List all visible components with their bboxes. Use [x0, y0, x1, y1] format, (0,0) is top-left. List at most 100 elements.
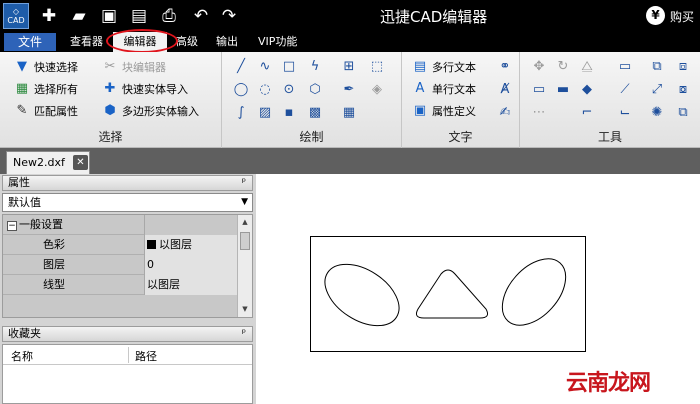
color-fill-icon[interactable]: ◆: [578, 81, 596, 99]
pin-icon[interactable]: ᵖ: [242, 327, 246, 341]
trim-icon[interactable]: ⟋: [616, 81, 634, 99]
chamfer-icon[interactable]: ⌙: [616, 104, 634, 122]
redo-icon[interactable]: ↷: [218, 5, 240, 27]
scrollbar-thumb[interactable]: [240, 232, 250, 250]
quick-entity-import-button[interactable]: ✚ 快速实体导入: [102, 79, 188, 99]
copy-icon[interactable]: ⧉: [648, 58, 666, 76]
close-icon[interactable]: ✕: [73, 155, 88, 170]
multiline-text-label: 多行文本: [432, 61, 476, 74]
pen-icon[interactable]: ✒: [340, 81, 358, 99]
scroll-up-icon[interactable]: ▲: [238, 215, 252, 230]
property-row-color[interactable]: 色彩 以图层: [3, 235, 237, 255]
mirror-icon[interactable]: ⧋: [578, 58, 596, 76]
frame-icon[interactable]: ▭: [530, 81, 548, 99]
block-editor-button[interactable]: ✂ 块编辑器: [102, 57, 166, 77]
polygon-entity-input-button[interactable]: ⬢ 多边形实体输入: [102, 101, 199, 121]
undo-icon[interactable]: ↶: [190, 5, 212, 27]
offset-icon[interactable]: ⧈: [674, 58, 692, 76]
ellipse-icon[interactable]: ⊙: [280, 81, 298, 99]
match-properties-button[interactable]: ✎ 匹配属性: [14, 101, 78, 121]
brush-icon: ✎: [16, 103, 28, 118]
shape-dropdown-icon[interactable]: ◈: [368, 81, 386, 99]
explode-icon[interactable]: ✺: [648, 104, 666, 122]
rounded-triangle[interactable]: [416, 269, 488, 319]
open-folder-icon[interactable]: ▰: [68, 5, 90, 27]
save-as-icon[interactable]: ▤: [128, 5, 150, 27]
right-ellipse[interactable]: [490, 247, 578, 337]
collapse-icon[interactable]: −: [7, 221, 17, 231]
left-pane: 属性 ᵖ 默认值 ▼ −一般设置 色彩 以图层 图层 0 线型 以图层 ▲ ▼: [0, 174, 256, 404]
image-icon[interactable]: ▩: [306, 104, 324, 122]
new-icon[interactable]: ✚: [38, 5, 60, 27]
dots-icon[interactable]: ⋯: [530, 104, 548, 122]
menu-advanced[interactable]: 高级: [176, 33, 198, 51]
line-icon[interactable]: ╱: [232, 58, 250, 76]
pin-icon[interactable]: ᵖ: [242, 176, 246, 190]
circle-icon[interactable]: ◯: [232, 81, 250, 99]
menu-file[interactable]: 文件: [4, 33, 56, 51]
property-name: 色彩: [43, 238, 65, 251]
layer-dropdown-icon[interactable]: ▭: [616, 58, 634, 76]
text-edit-icon[interactable]: Ⱥ: [496, 81, 514, 99]
attribute-definition-button[interactable]: ▣ 属性定义: [412, 101, 476, 121]
arc-icon[interactable]: ◌: [256, 81, 274, 99]
window-icon[interactable]: ▬: [554, 81, 572, 99]
rectangle-icon[interactable]: □: [280, 58, 298, 76]
select-all-button[interactable]: ▦ 选择所有: [14, 79, 78, 99]
property-value[interactable]: 以图层: [144, 275, 237, 295]
block-insert-icon[interactable]: ⊞: [340, 58, 358, 76]
single-line-text-button[interactable]: A 单行文本: [412, 79, 476, 99]
select-group-label: 选择: [98, 130, 123, 144]
block-editor-icon: ✂: [104, 59, 116, 74]
left-ellipse[interactable]: [314, 252, 410, 339]
ribbon: ▼ 快速选择 ▦ 选择所有 ✎ 匹配属性 ✂ 块编辑器 ✚ 快速实体导入 ⬢ 多…: [0, 52, 700, 148]
tools-group-label: 工具: [597, 130, 622, 144]
spline-icon[interactable]: ϟ: [306, 58, 324, 76]
polyline-icon[interactable]: ∿: [256, 58, 274, 76]
column-path[interactable]: 路径: [135, 348, 157, 364]
property-value[interactable]: 以图层: [144, 235, 237, 255]
scroll-down-icon[interactable]: ▼: [238, 302, 252, 317]
draw-group-label: 绘制: [299, 130, 324, 144]
quick-entity-import-label: 快速实体导入: [122, 83, 188, 96]
menu-viewer[interactable]: 查看器: [70, 33, 103, 51]
property-row-layer[interactable]: 图层 0: [3, 255, 237, 275]
single-line-text-icon: A: [415, 81, 425, 96]
property-value-text: 以图层: [159, 238, 192, 251]
menu-editor[interactable]: 编辑器: [113, 32, 167, 52]
join-icon[interactable]: ⧉: [674, 104, 692, 122]
property-selector-dropdown[interactable]: 默认值 ▼: [2, 193, 253, 212]
extend-icon[interactable]: ⤢: [648, 81, 666, 99]
break-icon[interactable]: ⧇: [674, 81, 692, 99]
multiline-text-button[interactable]: ▤ 多行文本: [412, 57, 476, 77]
drawing-frame: [310, 236, 586, 352]
fillet-icon[interactable]: ⌐: [578, 104, 596, 122]
document-tab[interactable]: New2.dxf ✕: [6, 151, 90, 174]
save-icon[interactable]: ▣: [98, 5, 120, 27]
move-icon[interactable]: ✥: [530, 58, 548, 76]
property-row-linetype[interactable]: 线型 以图层: [3, 275, 237, 295]
text-pen-icon[interactable]: ✍: [496, 104, 514, 122]
menu-vip[interactable]: VIP功能: [258, 33, 297, 51]
app-logo[interactable]: ◇ CAD: [3, 3, 29, 29]
print-icon[interactable]: ⎙: [158, 5, 180, 27]
polygon-shape-icon[interactable]: ⬡: [306, 81, 324, 99]
quick-select-button[interactable]: ▼ 快速选择: [14, 57, 78, 77]
select-region-icon[interactable]: ⬚: [368, 58, 386, 76]
single-line-text-label: 单行文本: [432, 83, 476, 96]
title-bar: ◇ CAD ✚ ▰ ▣ ▤ ⎙ ↶ ↷ 迅捷CAD编辑器 ¥ 购买: [0, 0, 700, 32]
text-group: ▤ 多行文本 A 单行文本 ▣ 属性定义 ⚭ Ⱥ ✍ 文字: [402, 52, 520, 148]
border-rectangle[interactable]: [310, 236, 586, 352]
property-scrollbar[interactable]: ▲ ▼: [237, 215, 252, 317]
point-icon[interactable]: ▪: [280, 104, 298, 122]
curve-icon[interactable]: ∫: [232, 104, 250, 122]
property-section-row[interactable]: − 一般设置: [3, 215, 237, 235]
rotate-icon[interactable]: ↻: [554, 58, 572, 76]
hatch-icon[interactable]: ▨: [256, 104, 274, 122]
favorites-list: 名称 路径: [2, 344, 253, 404]
table-icon[interactable]: ▦: [340, 104, 358, 122]
property-value[interactable]: 0: [144, 255, 237, 275]
column-name[interactable]: 名称: [11, 348, 33, 364]
menu-output[interactable]: 输出: [216, 33, 238, 51]
text-style-icon[interactable]: ⚭: [496, 58, 514, 76]
